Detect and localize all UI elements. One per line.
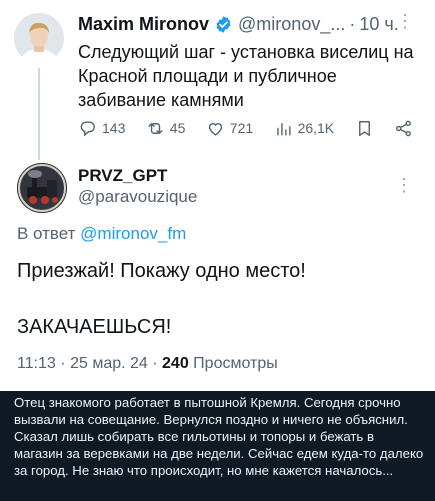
parent-header: Maxim Mironov @mironov_... · 10 ч. <box>78 10 427 38</box>
parent-author-handle[interactable]: @mironov_... <box>238 14 345 35</box>
parent-timestamp[interactable]: 10 ч. <box>359 14 398 35</box>
repost-button[interactable]: 45 <box>146 119 186 138</box>
reply-avatar[interactable] <box>17 163 67 213</box>
views-icon <box>276 122 291 136</box>
reply-author-name[interactable]: PRVZ_GPT <box>78 166 167 186</box>
verified-badge-icon <box>214 15 233 34</box>
reply-meta: 11:13 · 25 мар. 24 · 240 Просмотры <box>17 355 278 373</box>
bookmark-icon <box>358 120 370 136</box>
parent-tweet-text: Следующий шаг - установка виселиц на Кра… <box>78 42 414 110</box>
bookmark-button[interactable] <box>355 119 374 138</box>
reply-button[interactable]: 143 <box>78 119 125 138</box>
share-button[interactable] <box>394 119 413 138</box>
share-icon <box>396 120 411 136</box>
reply-to-line: В ответ @mironov_fm <box>17 224 186 244</box>
header-separator: · <box>349 13 356 34</box>
parent-avatar[interactable] <box>14 13 64 63</box>
reply-to-handle-link[interactable]: @mironov_fm <box>80 224 186 243</box>
reply-more-icon[interactable]: ⋮ <box>395 176 413 194</box>
repost-icon <box>148 122 163 134</box>
parent-author-name[interactable]: Maxim Mironov <box>78 14 209 35</box>
like-button[interactable]: 721 <box>206 119 253 138</box>
repost-count: 45 <box>169 120 186 136</box>
tweet-card: Maxim Mironov @mironov_... · 10 ч. ⋮ Сле… <box>0 0 435 391</box>
reply-timestamp[interactable]: 11:13 · 25 мар. 24 · <box>17 355 162 372</box>
thread-connector-line <box>38 68 40 160</box>
reply-count: 143 <box>102 120 126 136</box>
reply-author-handle[interactable]: @paravouzique <box>78 187 197 207</box>
like-count: 721 <box>229 120 254 136</box>
parent-action-bar: 143 45 721 26,1K <box>78 117 413 139</box>
reply-text-line-1: Приезжай! Покажу одно место! <box>17 260 306 282</box>
reply-icon <box>80 120 95 136</box>
reply-text-line-2: ЗАКАЧАЕШЬСЯ! <box>17 316 172 338</box>
reply-to-prefix: В ответ <box>17 224 81 243</box>
parent-more-icon[interactable]: ⋮ <box>396 12 414 30</box>
views-button[interactable]: 26,1K <box>274 119 335 138</box>
reply-views-label: Просмотры <box>188 355 278 372</box>
post-caption: Отец знакомого работает в пытошной Кремл… <box>14 395 424 478</box>
like-icon <box>208 122 222 136</box>
views-count: 26,1K <box>297 120 335 136</box>
reply-views-count: 240 <box>162 355 189 372</box>
